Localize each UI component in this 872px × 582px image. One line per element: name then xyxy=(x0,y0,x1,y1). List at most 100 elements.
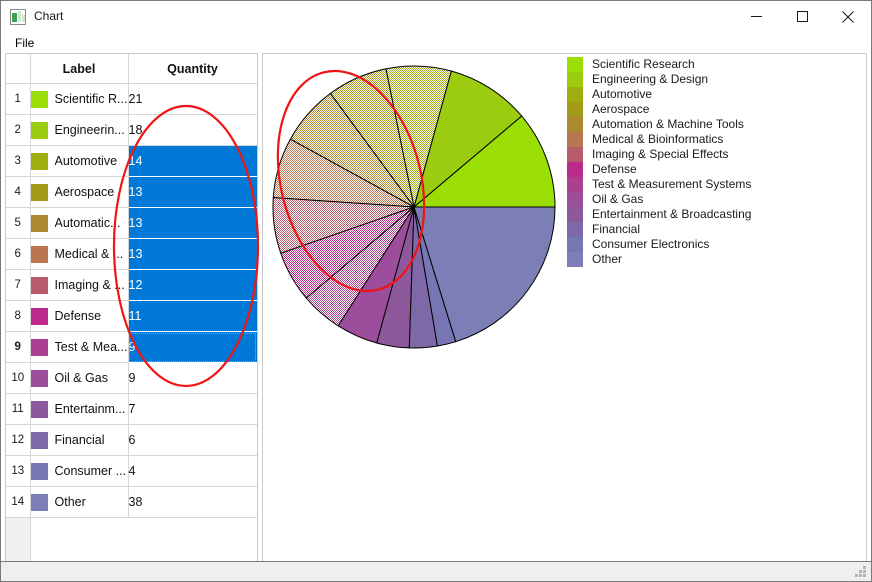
quantity-cell[interactable]: 13 xyxy=(128,238,257,270)
table-row[interactable]: 3 Automotive 14 xyxy=(6,145,257,177)
label-cell[interactable]: Defense xyxy=(30,300,129,332)
row-header-13[interactable]: 13 xyxy=(6,455,31,487)
label-cell[interactable]: Automatic... xyxy=(30,207,129,239)
color-swatch-icon xyxy=(30,121,48,139)
maximize-icon xyxy=(796,11,808,22)
legend-label: Scientific Research xyxy=(592,57,695,71)
legend-color-swatch-icon xyxy=(567,252,583,267)
legend-item[interactable]: Aerospace xyxy=(567,102,827,117)
legend-label: Test & Measurement Systems xyxy=(592,177,752,191)
quantity-cell[interactable]: 4 xyxy=(128,455,257,487)
label-text: Automotive xyxy=(54,154,118,168)
label-text: Imaging & ... xyxy=(54,278,125,292)
legend-item[interactable]: Automation & Machine Tools xyxy=(567,117,827,132)
table-row[interactable]: 6 Medical & ... 13 xyxy=(6,238,257,270)
table-row[interactable]: 12 Financial 6 xyxy=(6,424,257,456)
table-row[interactable]: 11 Entertainm... 7 xyxy=(6,393,257,425)
table-row[interactable]: 7 Imaging & ... 12 xyxy=(6,269,257,301)
color-swatch-icon xyxy=(30,462,48,480)
quantity-cell[interactable]: 13 xyxy=(128,207,257,239)
quantity-cell[interactable]: 21 xyxy=(128,83,257,115)
row-header-12[interactable]: 12 xyxy=(6,424,31,456)
label-cell[interactable]: Scientific R... xyxy=(30,83,129,115)
legend-item[interactable]: Test & Measurement Systems xyxy=(567,177,827,192)
legend-item[interactable]: Imaging & Special Effects xyxy=(567,147,827,162)
row-header-4[interactable]: 4 xyxy=(6,176,31,208)
label-text: Aerospace xyxy=(54,185,115,199)
row-header-5[interactable]: 5 xyxy=(6,207,31,239)
color-swatch-icon xyxy=(30,152,48,170)
legend-color-swatch-icon xyxy=(567,87,583,102)
column-header-quantity[interactable]: Quantity xyxy=(128,54,257,84)
table-row[interactable]: 5 Automatic... 13 xyxy=(6,207,257,239)
pie-slices xyxy=(272,65,556,349)
resize-grip-icon[interactable] xyxy=(855,566,868,579)
table-row[interactable]: 13 Consumer ... 4 xyxy=(6,455,257,487)
label-cell[interactable]: Imaging & ... xyxy=(30,269,129,301)
quantity-cell[interactable]: 14 xyxy=(128,145,257,177)
row-header-8[interactable]: 8 xyxy=(6,300,31,332)
quantity-cell[interactable]: 11 xyxy=(128,300,257,332)
table-row[interactable]: 1 Scientific R... 21 xyxy=(6,83,257,115)
legend-item[interactable]: Other xyxy=(567,252,827,267)
table-row[interactable]: 14 Other 38 xyxy=(6,486,257,518)
color-swatch-icon xyxy=(30,183,48,201)
legend-color-swatch-icon xyxy=(567,132,583,147)
close-button[interactable] xyxy=(825,1,871,32)
close-icon xyxy=(842,10,854,23)
label-text: Medical & ... xyxy=(54,247,124,261)
maximize-button[interactable] xyxy=(779,1,825,32)
legend-label: Other xyxy=(592,252,623,266)
quantity-cell[interactable]: 7 xyxy=(128,393,257,425)
minimize-icon xyxy=(750,16,762,17)
quantity-cell[interactable]: 9 xyxy=(128,362,257,394)
table-row[interactable]: 4 Aerospace 13 xyxy=(6,176,257,208)
legend-item[interactable]: Scientific Research xyxy=(567,57,827,72)
label-cell[interactable]: Consumer ... xyxy=(30,455,129,487)
quantity-cell[interactable]: 18 xyxy=(128,114,257,146)
quantity-cell[interactable]: 9 xyxy=(128,331,257,363)
legend-item[interactable]: Defense xyxy=(567,162,827,177)
legend-item[interactable]: Consumer Electronics xyxy=(567,237,827,252)
menu-item-file[interactable]: File xyxy=(9,34,40,52)
label-cell[interactable]: Test & Mea... xyxy=(30,331,129,363)
label-cell[interactable]: Medical & ... xyxy=(30,238,129,270)
label-cell[interactable]: Engineerin... xyxy=(30,114,129,146)
row-header-10[interactable]: 10 xyxy=(6,362,31,394)
table-row[interactable]: 10 Oil & Gas 9 xyxy=(6,362,257,394)
legend-label: Consumer Electronics xyxy=(592,237,710,251)
row-header-6[interactable]: 6 xyxy=(6,238,31,270)
row-header-2[interactable]: 2 xyxy=(6,114,31,146)
label-cell[interactable]: Oil & Gas xyxy=(30,362,129,394)
legend-item[interactable]: Oil & Gas xyxy=(567,192,827,207)
legend-label: Engineering & Design xyxy=(592,72,709,86)
label-cell[interactable]: Aerospace xyxy=(30,176,129,208)
minimize-button[interactable] xyxy=(733,1,779,32)
legend-item[interactable]: Medical & Bioinformatics xyxy=(567,132,827,147)
row-header-3[interactable]: 3 xyxy=(6,145,31,177)
legend-item[interactable]: Entertainment & Broadcasting xyxy=(567,207,827,222)
quantity-cell[interactable]: 6 xyxy=(128,424,257,456)
row-header-1[interactable]: 1 xyxy=(6,83,31,115)
row-header-11[interactable]: 11 xyxy=(6,393,31,425)
legend-item[interactable]: Automotive xyxy=(567,87,827,102)
table-row[interactable]: 2 Engineerin... 18 xyxy=(6,114,257,146)
table-row[interactable]: 9 Test & Mea... 9 xyxy=(6,331,257,363)
column-header-label[interactable]: Label xyxy=(30,54,129,84)
label-cell[interactable]: Financial xyxy=(30,424,129,456)
quantity-cell[interactable]: 13 xyxy=(128,176,257,208)
table-row[interactable]: 8 Defense 11 xyxy=(6,300,257,332)
row-header-7[interactable]: 7 xyxy=(6,269,31,301)
label-cell[interactable]: Other xyxy=(30,486,129,518)
legend-color-swatch-icon xyxy=(567,207,583,222)
legend-item[interactable]: Engineering & Design xyxy=(567,72,827,87)
legend-item[interactable]: Financial xyxy=(567,222,827,237)
quantity-cell[interactable]: 38 xyxy=(128,486,257,518)
label-cell[interactable]: Automotive xyxy=(30,145,129,177)
row-header-9[interactable]: 9 xyxy=(6,331,31,363)
color-swatch-icon xyxy=(30,245,48,263)
legend-label: Imaging & Special Effects xyxy=(592,147,729,161)
row-header-14[interactable]: 14 xyxy=(6,486,31,518)
label-cell[interactable]: Entertainm... xyxy=(30,393,129,425)
quantity-cell[interactable]: 12 xyxy=(128,269,257,301)
